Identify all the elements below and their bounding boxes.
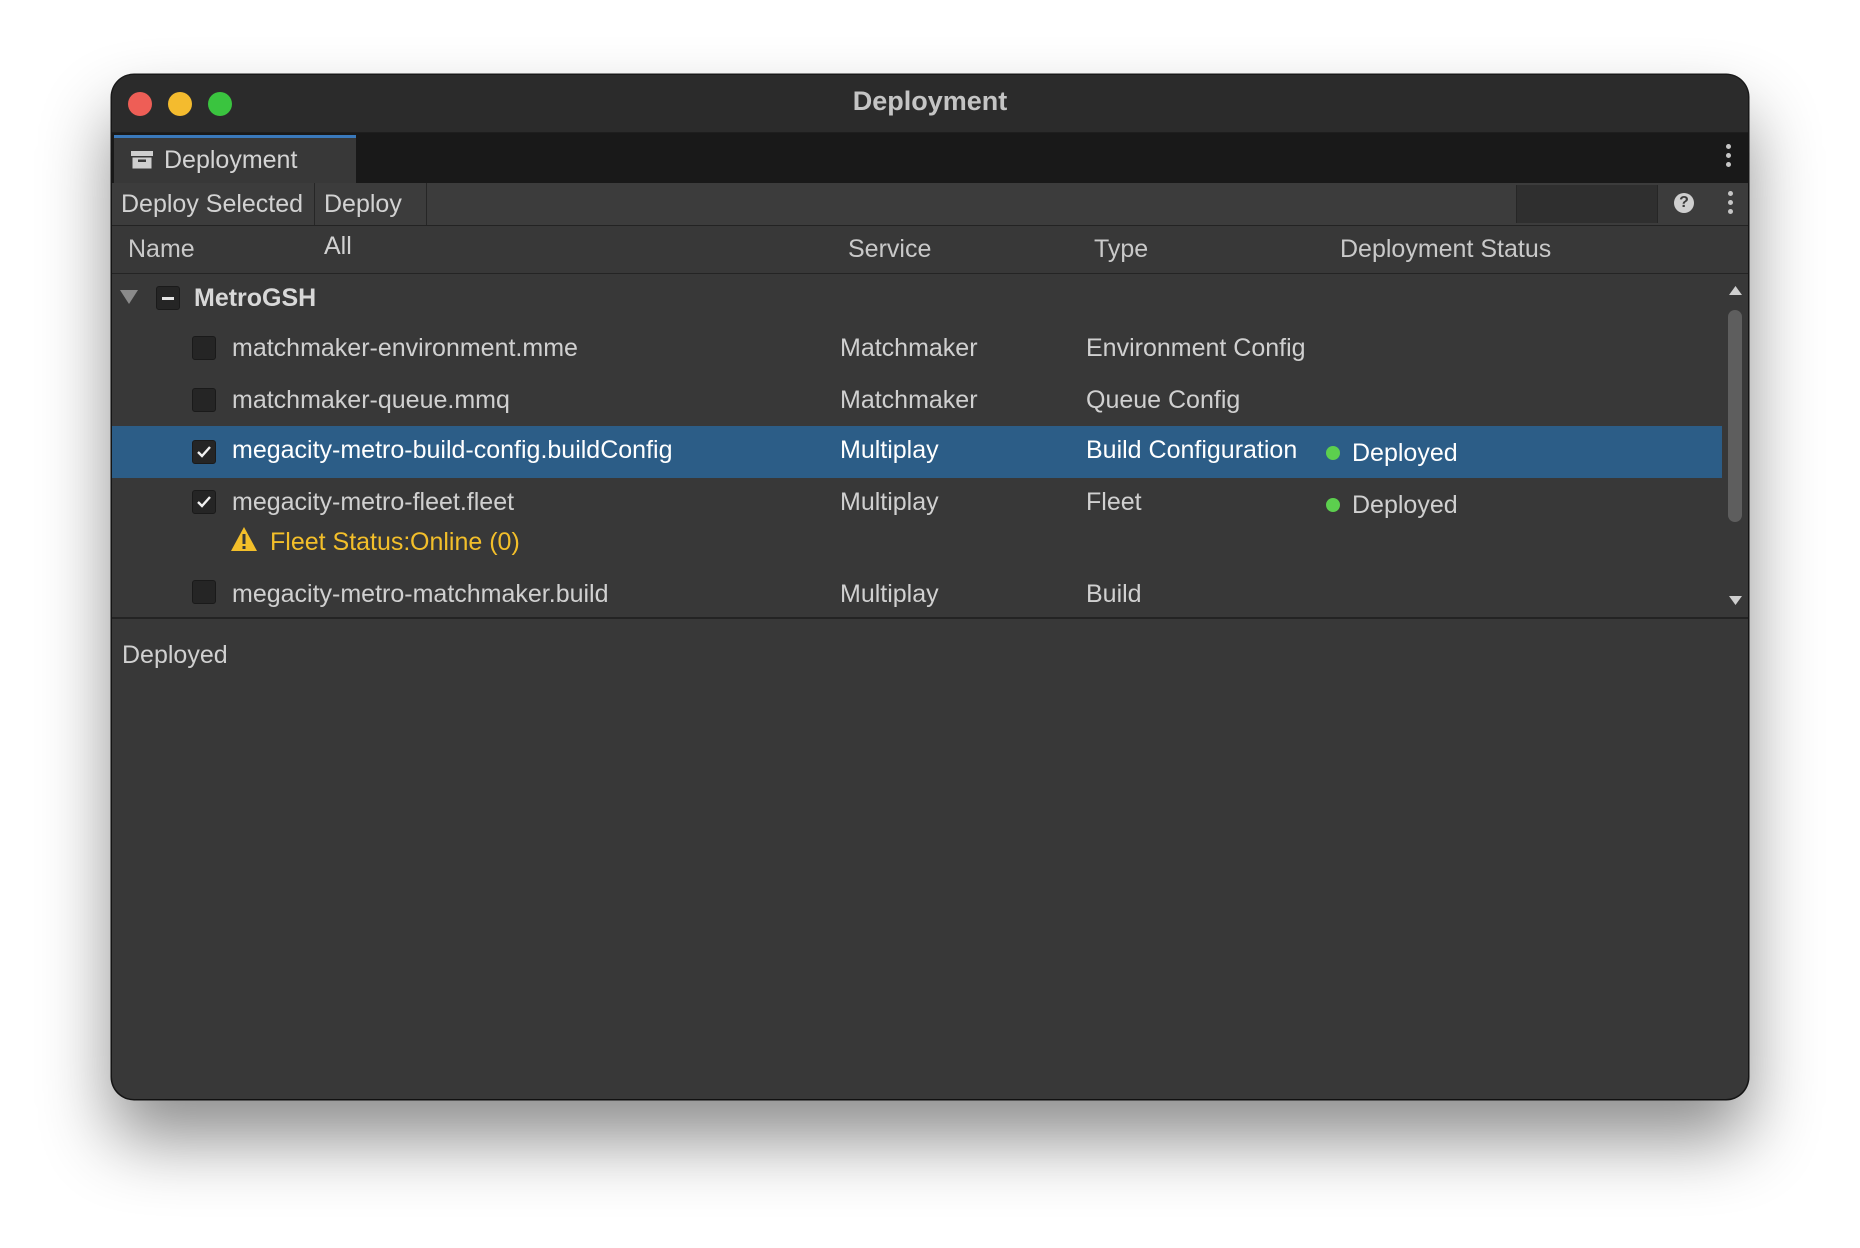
table-row[interactable]: megacity-metro-matchmaker.build Multipla… (112, 570, 1722, 617)
window-title: Deployment (852, 86, 1008, 116)
deploy-selected-button[interactable]: Deploy Selected (112, 183, 315, 225)
checkmark-icon (197, 496, 211, 508)
row-checkbox[interactable] (192, 580, 216, 604)
column-header: Name Service Type Deployment Status (112, 225, 1748, 274)
status-dot-icon (1326, 498, 1340, 512)
row-checkbox[interactable] (192, 490, 216, 514)
item-type: Fleet (1086, 488, 1142, 516)
item-service: Multiplay (840, 436, 939, 464)
expand-triangle-icon[interactable] (120, 290, 138, 304)
column-name[interactable]: Name (128, 235, 195, 264)
deployment-tree: MetroGSH matchmaker-environment.mme Matc… (112, 274, 1722, 617)
status-badge: Deployed (1352, 491, 1458, 519)
deploy-all-button[interactable]: Deploy All (315, 183, 427, 260)
item-type: Build (1086, 580, 1142, 608)
scroll-down-arrow-icon[interactable] (1729, 596, 1742, 605)
column-type[interactable]: Type (1094, 235, 1148, 264)
item-service: Matchmaker (840, 334, 978, 362)
fleet-status-value: Online (0) (410, 528, 520, 556)
scroll-up-arrow-icon[interactable] (1729, 286, 1742, 295)
item-service: Matchmaker (840, 386, 978, 414)
item-name: matchmaker-environment.mme (232, 334, 578, 362)
archive-box-icon (131, 151, 153, 169)
row-checkbox[interactable] (192, 388, 216, 412)
more-vertical-icon[interactable] (1728, 191, 1734, 218)
fleet-status-label: Fleet Status: (270, 528, 411, 556)
tab-label: Deployment (164, 146, 298, 174)
warning-triangle-icon (231, 527, 257, 551)
item-type: Build Configuration (1086, 436, 1298, 464)
table-row[interactable]: matchmaker-queue.mmq Matchmaker Queue Co… (112, 374, 1722, 426)
tab-deployment[interactable]: Deployment (114, 135, 356, 183)
row-checkbox[interactable] (192, 336, 216, 360)
group-row-metrogsh[interactable]: MetroGSH (112, 274, 1722, 322)
item-service: Multiplay (840, 488, 939, 516)
item-name: matchmaker-queue.mmq (232, 386, 510, 414)
item-name: megacity-metro-matchmaker.build (232, 580, 609, 608)
question-circle-icon[interactable]: ? (1674, 193, 1694, 213)
group-checkbox[interactable] (156, 286, 180, 310)
item-type: Environment Config (1086, 334, 1306, 362)
deployment-window: Deployment Deployment Deploy Selected De… (112, 75, 1748, 1099)
panel-divider[interactable] (112, 617, 1748, 619)
toolbar: Deploy Selected Deploy All ? (112, 183, 1748, 260)
group-name: MetroGSH (194, 284, 317, 312)
column-service[interactable]: Service (848, 235, 931, 264)
vertical-scrollbar[interactable] (1723, 274, 1748, 617)
tab-strip: Deployment (112, 133, 1748, 183)
status-dot-icon (1326, 446, 1340, 460)
table-row[interactable]: megacity-metro-fleet.fleet Multiplay Fle… (112, 478, 1722, 570)
table-row-selected[interactable]: megacity-metro-build-config.buildConfig … (112, 426, 1722, 478)
title-bar[interactable]: Deployment (112, 75, 1748, 133)
scrollbar-thumb[interactable] (1728, 310, 1742, 522)
details-status-text: Deployed (122, 641, 228, 669)
row-checkbox[interactable] (192, 440, 216, 464)
table-row[interactable]: matchmaker-environment.mme Matchmaker En… (112, 322, 1722, 374)
search-field[interactable] (1516, 185, 1658, 223)
item-type: Queue Config (1086, 386, 1241, 414)
checkmark-icon (197, 446, 211, 458)
status-badge: Deployed (1352, 439, 1458, 467)
item-name: megacity-metro-build-config.buildConfig (232, 436, 673, 464)
column-deployment-status[interactable]: Deployment Status (1340, 235, 1551, 264)
item-name: megacity-metro-fleet.fleet (232, 488, 515, 516)
minus-icon (162, 297, 174, 300)
item-service: Multiplay (840, 580, 939, 608)
tab-menu-icon[interactable] (1726, 144, 1732, 171)
